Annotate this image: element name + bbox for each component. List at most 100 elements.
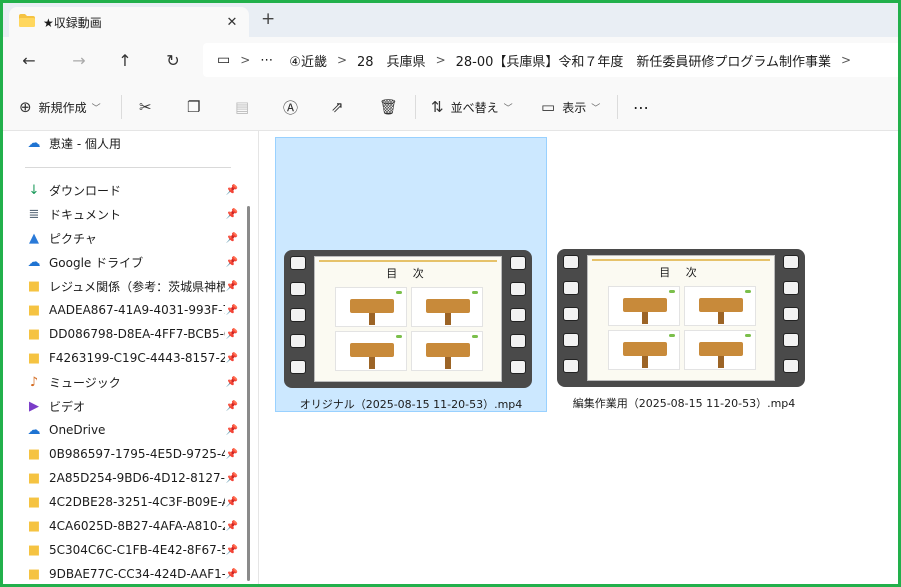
sidebar-item[interactable]: ▲ ピクチャ 📌 xyxy=(25,226,239,250)
new-button[interactable]: ⊕ 新規作成 ﹀ xyxy=(19,95,101,119)
sidebar-item[interactable]: ♪ ミュージック 📌 xyxy=(25,370,239,394)
breadcrumb-project[interactable]: 28-00【兵庫県】令和７年度 新任委員研修プログラム制作事業 xyxy=(456,51,831,70)
signpost-card xyxy=(335,331,407,371)
tab-recorded-videos[interactable]: ★収録動画 ✕ xyxy=(9,7,249,37)
sidebar-item-label: 4CA6025D-8B27-4AFA-A810-2FA xyxy=(49,519,225,533)
refresh-button[interactable]: ↻ xyxy=(161,48,185,72)
sidebar-item[interactable]: ↓ ダウンロード 📌 xyxy=(25,178,239,202)
sidebar-item[interactable]: ☁ Google ドライブ 📌 xyxy=(25,250,239,274)
pin-icon[interactable]: 📌 xyxy=(225,377,239,388)
sidebar-item[interactable]: ☁ OneDrive 📌 xyxy=(25,418,239,442)
film-perforation xyxy=(563,307,579,321)
pin-icon[interactable]: 📌 xyxy=(225,521,239,532)
back-button[interactable]: ← xyxy=(17,48,41,72)
chevron-down-icon: ﹀ xyxy=(503,103,513,114)
pin-icon[interactable]: 📌 xyxy=(225,569,239,580)
pin-icon[interactable]: 📌 xyxy=(225,233,239,244)
sidebar-item-label: OneDrive xyxy=(49,423,106,437)
breadcrumb-separator[interactable]: > xyxy=(436,53,446,67)
sidebar-item[interactable]: ■ レジュメ関係（参考：茨城県神栖市）📌 xyxy=(25,274,239,298)
breadcrumb-overflow[interactable]: ⋯ xyxy=(260,53,273,68)
video-frame: 目 次 xyxy=(587,255,775,381)
sidebar-item-label: ピクチャ xyxy=(49,231,97,246)
up-button[interactable]: ↑ xyxy=(113,48,137,72)
frame-title: 目 次 xyxy=(386,267,430,280)
pin-icon[interactable]: 📌 xyxy=(225,329,239,340)
film-perforation xyxy=(510,360,526,374)
sidebar-item[interactable]: ■ AADEA867-41A9-4031-993F-78E7📌 xyxy=(25,298,239,322)
copy-button[interactable]: ❐ xyxy=(187,95,207,119)
signpost-sign xyxy=(426,299,470,313)
sidebar-item-label: Google ドライブ xyxy=(49,255,144,270)
pin-icon[interactable]: 📌 xyxy=(225,449,239,460)
pin-icon[interactable]: 📌 xyxy=(225,305,239,316)
pin-icon[interactable]: 📌 xyxy=(225,257,239,268)
sidebar-item[interactable]: ■ DD086798-D8EA-4FF7-BCB5-C0D📌 xyxy=(25,322,239,346)
new-tab-button[interactable]: + xyxy=(261,9,275,29)
signpost-leaf xyxy=(396,335,402,338)
tab-title: ★収録動画 xyxy=(43,15,102,30)
signpost-leaf xyxy=(745,290,751,293)
signpost-post xyxy=(718,312,724,324)
file-item[interactable]: 目 次 編集作業用（2025-08-15 11-20-53）.mp4 xyxy=(549,137,819,412)
pin-icon[interactable]: 📌 xyxy=(225,401,239,412)
sidebar-item[interactable]: ■ 4CA6025D-8B27-4AFA-A810-2FA 📌 xyxy=(25,514,239,538)
pin-icon[interactable]: 📌 xyxy=(225,209,239,220)
sidebar-item-label: 4C2DBE28-3251-4C3F-B09E-A2F4 xyxy=(49,495,225,509)
pin-icon[interactable]: 📌 xyxy=(225,545,239,556)
cut-button[interactable]: ✂ xyxy=(139,95,159,119)
pin-icon[interactable]: 📌 xyxy=(225,185,239,196)
sidebar-item[interactable]: ≣ ドキュメント 📌 xyxy=(25,202,239,226)
delete-button[interactable]: 🗑 xyxy=(379,95,405,119)
chevron-down-icon: ﹀ xyxy=(91,103,101,114)
sidebar-item[interactable]: ■ 4C2DBE28-3251-4C3F-B09E-A2F4📌 xyxy=(25,490,239,514)
signpost-card xyxy=(608,330,680,370)
sidebar-item-label: F4263199-C19C-4443-8157-2A887 xyxy=(49,351,225,365)
forward-button[interactable]: → xyxy=(67,48,91,72)
paste-button[interactable]: ▤ xyxy=(235,95,256,119)
file-item[interactable]: 目 次 オリジナル（2025-08-15 11-20-53）.mp4 xyxy=(275,137,547,412)
pin-icon[interactable]: 📌 xyxy=(225,473,239,484)
sidebar-scroll-thumb[interactable] xyxy=(247,206,250,581)
this-pc-icon[interactable]: ▭ xyxy=(217,52,230,68)
explorer-window: ★収録動画 ✕ + ← → ↑ ↻ ▭ > ⋯ ④近畿 > 28 兵庫県 > 2… xyxy=(0,0,901,587)
view-icon: ▭ xyxy=(541,98,556,116)
film-perforation xyxy=(290,282,306,296)
sidebar-item[interactable]: ■ 0B986597-1795-4E5D-9725-46251📌 xyxy=(25,442,239,466)
pin-icon[interactable]: 📌 xyxy=(225,497,239,508)
breadcrumb-separator[interactable]: > xyxy=(240,53,250,67)
sidebar-item-label: 5C304C6C-C1FB-4E42-8F67-5452A xyxy=(49,543,225,557)
document-icon: ≣ xyxy=(28,206,40,222)
sidebar-item[interactable]: ■ 5C304C6C-C1FB-4E42-8F67-5452A📌 xyxy=(25,538,239,562)
signpost-card xyxy=(411,287,483,327)
address-bar[interactable]: ▭ > ⋯ ④近畿 > 28 兵庫県 > 28-00【兵庫県】令和７年度 新任委… xyxy=(203,43,898,77)
breadcrumb-separator[interactable]: > xyxy=(337,53,347,67)
rename-button[interactable]: Ⓐ xyxy=(283,95,305,119)
sidebar-item[interactable]: ■ 9DBAE77C-CC34-424D-AAF1-1D9📌 xyxy=(25,562,239,584)
frame-accent-line xyxy=(592,259,770,261)
breadcrumb-hyogo[interactable]: 28 兵庫県 xyxy=(357,51,426,70)
copy-icon: ❐ xyxy=(187,98,201,116)
signpost-leaf xyxy=(669,290,675,293)
more-options-button[interactable]: ⋯ xyxy=(633,95,649,119)
sidebar-item[interactable]: ■ 2A85D254-9BD6-4D12-8127-D777📌 xyxy=(25,466,239,490)
film-perforation xyxy=(563,333,579,347)
folder-icon: ■ xyxy=(27,326,41,342)
breadcrumb-separator[interactable]: > xyxy=(841,53,851,67)
close-tab-icon[interactable]: ✕ xyxy=(221,15,243,30)
signpost-card xyxy=(335,287,407,327)
sidebar-item-personal-onedrive[interactable]: ☁ 恵達 - 個人用 xyxy=(25,131,239,155)
sort-button[interactable]: ⇅ 並べ替え ﹀ xyxy=(431,95,513,119)
share-button[interactable]: ⇗ xyxy=(331,95,351,119)
sidebar-item-label: DD086798-D8EA-4FF7-BCB5-C0D xyxy=(49,327,225,341)
pin-icon[interactable]: 📌 xyxy=(225,425,239,436)
film-perforation xyxy=(783,333,799,347)
view-button[interactable]: ▭ 表示 ﹀ xyxy=(541,95,600,119)
file-name: オリジナル（2025-08-15 11-20-53）.mp4 xyxy=(299,398,523,411)
sidebar-item[interactable]: ▶ ビデオ 📌 xyxy=(25,394,239,418)
pin-icon[interactable]: 📌 xyxy=(225,353,239,364)
breadcrumb-kinki[interactable]: ④近畿 xyxy=(289,51,327,70)
sidebar-item[interactable]: ■ F4263199-C19C-4443-8157-2A887📌 xyxy=(25,346,239,370)
sidebar-item-label: ドキュメント xyxy=(49,207,122,222)
pin-icon[interactable]: 📌 xyxy=(225,281,239,292)
